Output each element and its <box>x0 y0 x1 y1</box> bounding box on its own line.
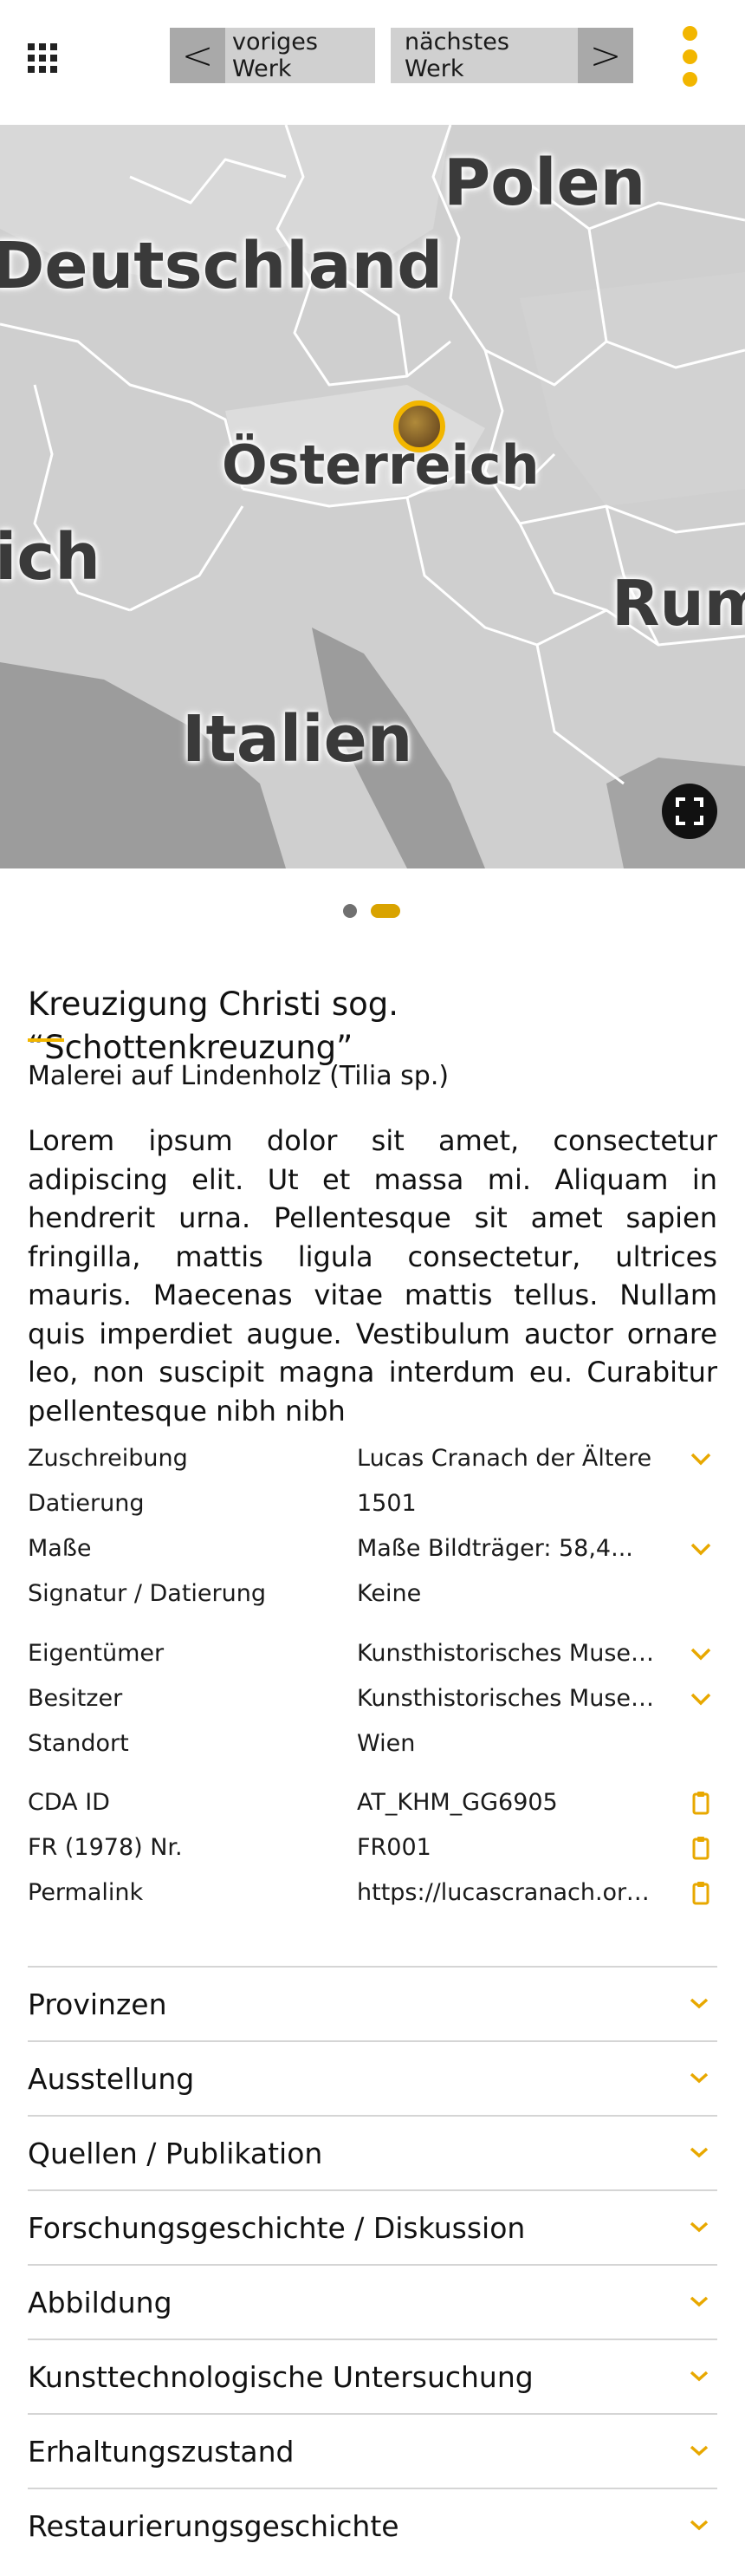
meta-value: Maße Bildträger: 58,4... <box>357 1535 633 1562</box>
chevron-left-icon[interactable]: < <box>170 28 225 83</box>
section-ausstellung[interactable]: Ausstellung <box>28 2040 717 2115</box>
next-work-label[interactable]: nächstes Werk <box>391 28 578 83</box>
chevron-down-icon <box>690 2221 709 2233</box>
artwork-title: Kreuzigung Christi sog. “Schottenkreuzun… <box>28 986 398 1066</box>
map-label-deutschland: Deutschland <box>0 229 444 303</box>
chevron-down-icon <box>690 2371 709 2382</box>
meta-row-cda-id: CDA ID AT_KHM_GG6905 <box>28 1786 717 1820</box>
meta-row-fr-nr: FR (1978) Nr. FR001 <box>28 1831 717 1865</box>
chevron-down-icon <box>690 2296 709 2307</box>
chevron-down-icon <box>690 2147 709 2158</box>
meta-label: CDA ID <box>28 1789 110 1816</box>
section-label: Abbildung <box>28 2286 172 2319</box>
section-restaurierungsgeschichte[interactable]: Restaurierungsgeschichte <box>28 2488 717 2562</box>
section-forschungsgeschichte[interactable]: Forschungsgeschichte / Diskussion <box>28 2189 717 2264</box>
meta-label: Standort <box>28 1730 129 1757</box>
section-label: Provinzen <box>28 1987 167 2021</box>
previous-work-button[interactable]: < voriges Werk <box>170 28 375 83</box>
meta-value: Wien <box>357 1730 416 1757</box>
section-provinzen[interactable]: Provinzen <box>28 1966 717 2040</box>
clipboard-icon[interactable] <box>688 1791 714 1815</box>
section-label: Erhaltungszustand <box>28 2435 295 2469</box>
meta-row-datierung: Datierung 1501 <box>28 1486 717 1521</box>
chevron-down-icon <box>690 2445 709 2456</box>
chevron-down-icon[interactable] <box>688 1447 714 1471</box>
meta-label: Besitzer <box>28 1685 123 1712</box>
more-options-icon[interactable] <box>679 26 700 87</box>
permalink-value[interactable]: https://lucascranach.org/... <box>357 1876 660 1910</box>
section-label: Quellen / Publikation <box>28 2137 323 2170</box>
map-label-italien: Italien <box>182 702 413 777</box>
chevron-down-icon <box>690 1998 709 2009</box>
section-kunsttechnologische-untersuchung[interactable]: Kunsttechnologische Untersuchung <box>28 2339 717 2413</box>
meta-label: Datierung <box>28 1490 145 1517</box>
meta-value: FR001 <box>357 1834 431 1861</box>
meta-label: Signatur / Datierung <box>28 1580 266 1607</box>
meta-value: 1501 <box>357 1490 417 1517</box>
chevron-down-icon[interactable] <box>688 1642 714 1666</box>
meta-row-permalink: Permalink https://lucascranach.org/... <box>28 1876 717 1910</box>
meta-value: Keine <box>357 1580 422 1607</box>
section-label: Restaurierungsgeschichte <box>28 2509 399 2543</box>
chevron-down-icon[interactable] <box>688 1687 714 1711</box>
meta-value: Kunsthistorisches Museu... <box>357 1640 660 1667</box>
section-abbildung[interactable]: Abbildung <box>28 2264 717 2339</box>
meta-row-signatur: Signatur / Datierung Keine <box>28 1577 717 1611</box>
title-underline <box>28 1038 64 1042</box>
map-label-oesterreich: Österreich <box>222 433 540 497</box>
previous-work-label[interactable]: voriges Werk <box>225 28 375 83</box>
section-label: Kunsttechnologische Untersuchung <box>28 2360 534 2394</box>
next-work-button[interactable]: nächstes Werk > <box>391 28 633 83</box>
meta-row-standort: Standort Wien <box>28 1727 717 1761</box>
map-label-ich: ich <box>0 520 100 595</box>
meta-row-masse[interactable]: Maße Maße Bildträger: 58,4... <box>28 1532 717 1566</box>
map-label-polen: Polen <box>444 146 646 220</box>
meta-row-besitzer[interactable]: Besitzer Kunsthistorisches Museu... <box>28 1682 717 1716</box>
top-bar: < voriges Werk nächstes Werk > <box>0 0 745 125</box>
clipboard-icon[interactable] <box>688 1881 714 1905</box>
meta-row-eigentuemer[interactable]: Eigentümer Kunsthistorisches Museu... <box>28 1636 717 1671</box>
artwork-medium: Malerei auf Lindenholz (Tilia sp.) <box>28 1061 450 1091</box>
meta-value: Lucas Cranach der Ältere <box>357 1445 652 1472</box>
fullscreen-button[interactable] <box>662 784 717 839</box>
meta-row-zuschreibung[interactable]: Zuschreibung Lucas Cranach der Ältere <box>28 1441 717 1476</box>
meta-label: Maße <box>28 1535 92 1562</box>
meta-value: AT_KHM_GG6905 <box>357 1789 558 1816</box>
chevron-down-icon <box>690 2072 709 2084</box>
fullscreen-icon <box>676 797 703 825</box>
section-erhaltungszustand[interactable]: Erhaltungszustand <box>28 2413 717 2488</box>
section-label: Forschungsgeschichte / Diskussion <box>28 2211 526 2245</box>
meta-label: FR (1978) Nr. <box>28 1834 183 1861</box>
section-quellen-publikation[interactable]: Quellen / Publikation <box>28 2115 717 2189</box>
section-label: Ausstellung <box>28 2062 195 2096</box>
meta-label: Zuschreibung <box>28 1445 188 1472</box>
carousel-dot-1[interactable] <box>343 904 357 918</box>
artwork-marker-icon[interactable] <box>393 400 445 452</box>
grid-menu-icon[interactable] <box>28 43 57 73</box>
meta-label: Eigentümer <box>28 1640 165 1667</box>
meta-value: Kunsthistorisches Museu... <box>357 1685 660 1712</box>
map-label-rum: Rum <box>612 567 745 640</box>
clipboard-icon[interactable] <box>688 1836 714 1860</box>
chevron-down-icon[interactable] <box>688 1537 714 1561</box>
carousel-pagination <box>0 898 745 924</box>
artwork-description: Lorem ipsum dolor sit amet, consectetur … <box>28 1124 717 1428</box>
location-map[interactable]: Polen Deutschland Österreich ich Rum Ita… <box>0 125 745 868</box>
chevron-right-icon[interactable]: > <box>578 28 633 83</box>
meta-label: Permalink <box>28 1879 144 1906</box>
carousel-dot-2-active[interactable] <box>371 904 400 918</box>
chevron-down-icon <box>690 2520 709 2531</box>
